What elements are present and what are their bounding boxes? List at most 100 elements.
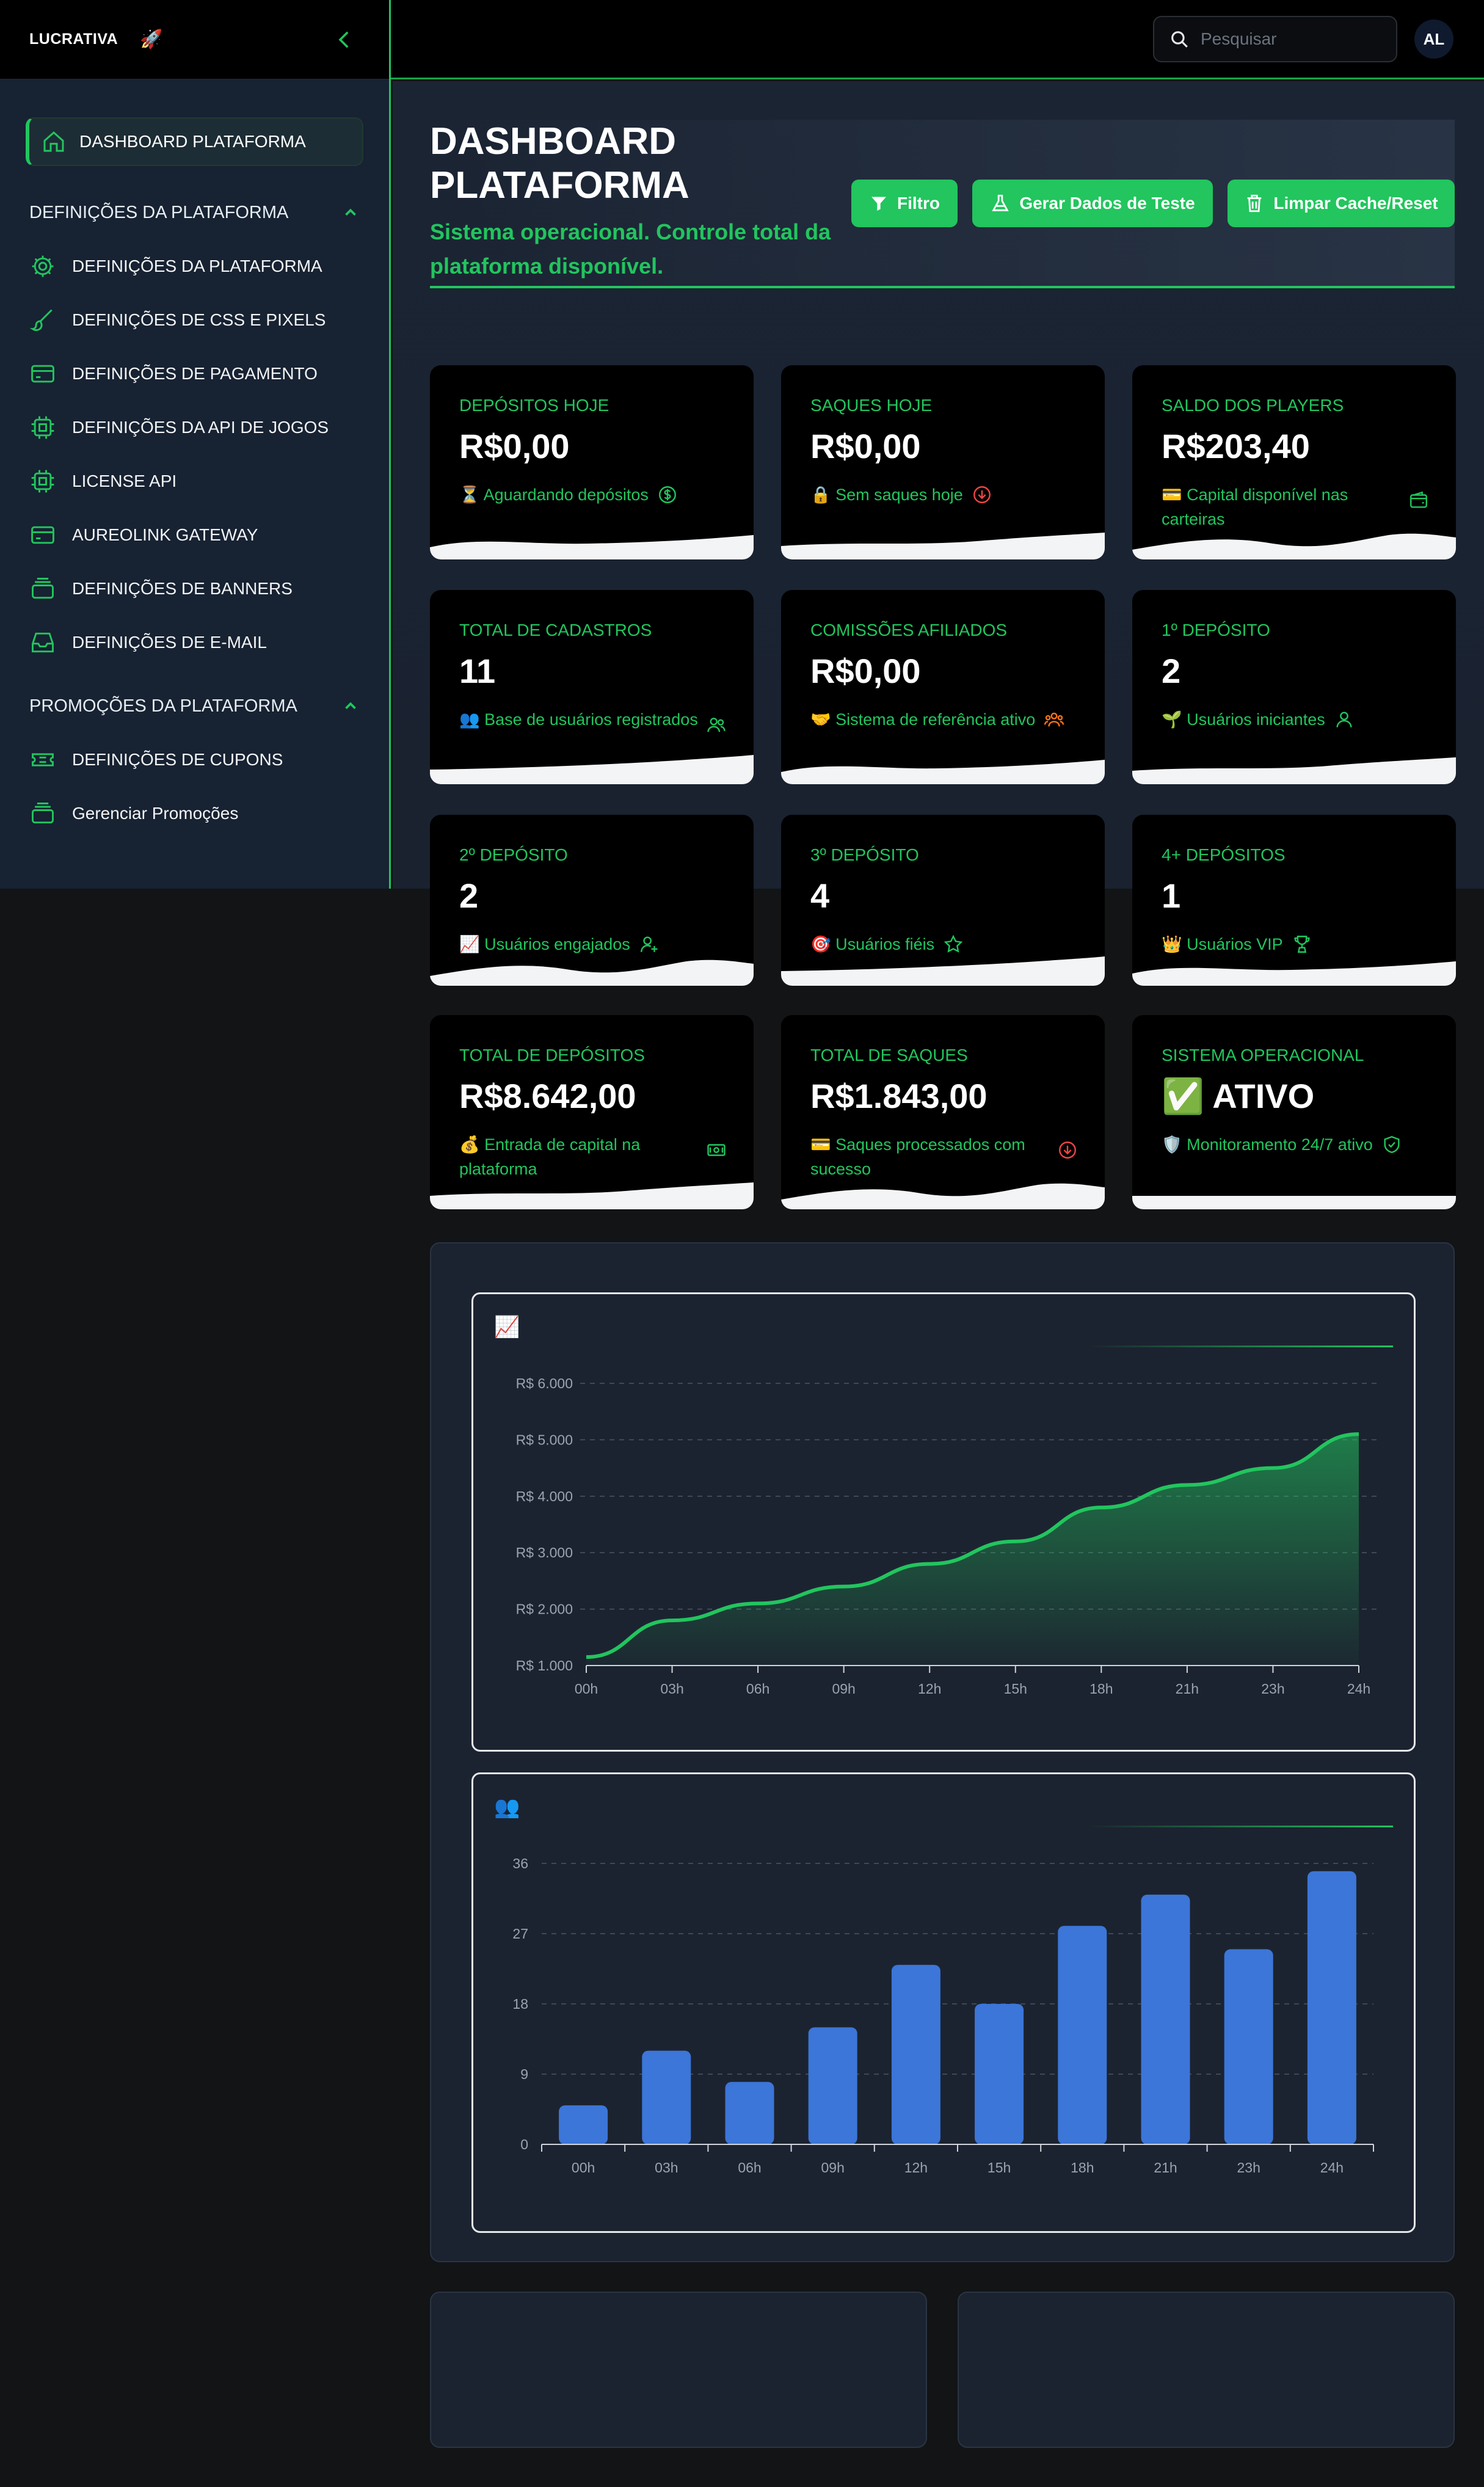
card-wave: [781, 1183, 1105, 1209]
charts-panel: 📈 R$ 1.000 R$ 2.000 R$ 3.000 R$ 4.000 R$ 5.0…: [430, 1242, 1455, 2262]
sidebar-item-banners[interactable]: DEFINIÇÕES DE BANNERS: [0, 562, 389, 616]
card-label: 2º DEPÓSITO: [459, 845, 568, 864]
sidebar-section-settings[interactable]: DEFINIÇÕES DA PLATAFORMA: [0, 200, 389, 225]
x-tick-label: 09h: [821, 2160, 845, 2176]
stat-card: COMISSÕES AFILIADOS R$0,00 🤝 Sistema de …: [781, 590, 1105, 784]
topbar: AL: [391, 0, 1484, 79]
logo[interactable]: LUCRATIVA: [29, 31, 118, 48]
y-tick-label: R$ 2.000: [516, 1601, 573, 1617]
stat-card: SALDO DOS PLAYERS R$203,40 💳 Capital dis…: [1132, 365, 1456, 559]
card-description: 🛡️ Monitoramento 24/7 ativo: [1162, 1135, 1373, 1154]
card-label: 3º DEPÓSITO: [810, 845, 919, 864]
section-title: PROMOÇÕES DA PLATAFORMA: [29, 696, 297, 716]
sidebar-item-aureolink[interactable]: AUREOLINK GATEWAY: [0, 508, 389, 562]
generate-test-data-button[interactable]: Gerar Dados de Teste: [972, 180, 1213, 227]
x-tick-label: 00h: [572, 2160, 595, 2176]
sidebar-item-platform-settings[interactable]: DEFINIÇÕES DA PLATAFORMA: [0, 239, 389, 293]
avatar[interactable]: AL: [1414, 20, 1453, 59]
home-icon: [43, 131, 64, 152]
bar: [891, 1965, 940, 2144]
x-tick-label: 18h: [1089, 1681, 1113, 1697]
layers-icon: [32, 578, 54, 599]
sidebar-item-games-api[interactable]: DEFINIÇÕES DA API DE JOGOS: [0, 401, 389, 454]
sidebar-item-coupons[interactable]: DEFINIÇÕES DE CUPONS: [0, 733, 389, 787]
credit-card-icon: [31, 526, 54, 544]
sidebar-item-payment[interactable]: DEFINIÇÕES DE PAGAMENTO: [0, 347, 389, 401]
search-input[interactable]: [1201, 29, 1384, 49]
sidebar-section-promotions[interactable]: PROMOÇÕES DA PLATAFORMA: [0, 694, 389, 718]
card-value: 11: [459, 652, 496, 690]
clear-cache-button-label: Limpar Cache/Reset: [1273, 194, 1438, 213]
clear-cache-button[interactable]: Limpar Cache/Reset: [1228, 180, 1455, 227]
card-value: R$1.843,00: [810, 1077, 988, 1115]
stat-card: TOTAL DE DEPÓSITOS R$8.642,00 💰 Entrada …: [430, 1015, 754, 1209]
x-tick-label: 03h: [655, 2160, 678, 2176]
x-tick-label: 12h: [918, 1681, 941, 1697]
sidebar-item-license-api[interactable]: LICENSE API: [0, 454, 389, 508]
search-box[interactable]: [1153, 16, 1397, 62]
card-label: SISTEMA OPERACIONAL: [1162, 1046, 1364, 1065]
x-tick-label: 03h: [660, 1681, 683, 1697]
page-subtitle: Sistema operacional. Controle total da p…: [430, 219, 831, 279]
x-tick-label: 24h: [1320, 2160, 1344, 2176]
sidebar-item-dashboard[interactable]: DASHBOARD PLATAFORMA: [26, 117, 363, 166]
card-label: SALDO DOS PLAYERS: [1162, 396, 1344, 415]
bar: [808, 2027, 857, 2144]
x-tick-label: 06h: [746, 1681, 769, 1697]
card-label: TOTAL DE DEPÓSITOS: [459, 1046, 645, 1065]
stat-card: 3º DEPÓSITO 4 🎯 Usuários fiéis: [781, 815, 1105, 986]
card-label: 1º DEPÓSITO: [1162, 621, 1270, 639]
filter-button-label: Filtro: [897, 194, 940, 213]
card-value: 1: [1162, 876, 1181, 915]
chip-icon: [31, 416, 54, 439]
bar: [559, 2105, 608, 2144]
y-tick-label: R$ 6.000: [516, 1375, 573, 1391]
stat-card: TOTAL DE SAQUES R$1.843,00 💳 Saques proc…: [781, 1015, 1105, 1209]
card-wave: [430, 535, 754, 559]
x-tick-label: 06h: [738, 2160, 761, 2176]
bar: [975, 2004, 1024, 2144]
dollar-circle-icon: [658, 486, 676, 503]
sidebar-item-manage-promotions[interactable]: Gerenciar Promoções: [0, 787, 389, 840]
card-value: R$8.642,00: [459, 1077, 636, 1115]
card-wave: [430, 959, 754, 986]
filter-button[interactable]: Filtro: [851, 180, 958, 227]
sidebar-item-label: DEFINIÇÕES DE CSS E PIXELS: [72, 310, 326, 329]
area-chart-svg: R$ 1.000 R$ 2.000 R$ 3.000 R$ 4.000 R$ 5.000…: [516, 1375, 1377, 1697]
card-label: COMISSÕES AFILIADOS: [810, 621, 1008, 639]
x-tick-label: 21h: [1154, 2160, 1177, 2176]
sidebar-item-email[interactable]: DEFINIÇÕES DE E-MAIL: [0, 616, 389, 669]
card-label: 4+ DEPÓSITOS: [1162, 845, 1286, 864]
card-wave: [1132, 1196, 1456, 1209]
sidebar-item-css-pixels[interactable]: DEFINIÇÕES DE CSS E PIXELS: [0, 293, 389, 347]
bottom-panel-left: [430, 2292, 927, 2448]
card-description: 🌱 Usuários iniciantes: [1162, 710, 1325, 729]
card-value: R$0,00: [810, 652, 921, 690]
cash-icon: [707, 1144, 726, 1156]
sidebar-item-label: Gerenciar Promoções: [72, 804, 239, 823]
wallet-icon: [1410, 491, 1427, 508]
card-value: R$0,00: [459, 427, 570, 465]
chevron-up-icon: [345, 702, 356, 710]
sidebar-item-label: DEFINIÇÕES DE BANNERS: [72, 579, 293, 598]
brush-icon: [29, 309, 53, 331]
card-label: DEPÓSITOS HOJE: [459, 396, 609, 415]
area-fill: [586, 1434, 1359, 1666]
card-wave: [1132, 757, 1456, 784]
funnel-icon: [871, 197, 886, 211]
card-value: R$203,40: [1162, 427, 1310, 465]
user-group-icon: [1044, 712, 1064, 727]
chevron-left-icon[interactable]: [332, 27, 357, 53]
card-wave: [430, 755, 754, 784]
bottom-panel-right: [958, 2292, 1455, 2448]
x-tick-label: 00h: [575, 1681, 598, 1697]
card-value: 2: [1162, 652, 1181, 690]
card-value: 4: [810, 876, 830, 915]
x-tick-label: 09h: [832, 1681, 855, 1697]
card-wave: [781, 760, 1105, 784]
x-tick-label: 24h: [1347, 1681, 1370, 1697]
y-tick-label: R$ 5.000: [516, 1432, 573, 1447]
x-tick-label: 15h: [1004, 1681, 1027, 1697]
y-tick-label: 9: [520, 2066, 528, 2082]
users-chart: 👥 0 9 18 27 36 00h 03h 06h 09h 12h 15h 18h 21h 23h 24h: [471, 1772, 1416, 2233]
